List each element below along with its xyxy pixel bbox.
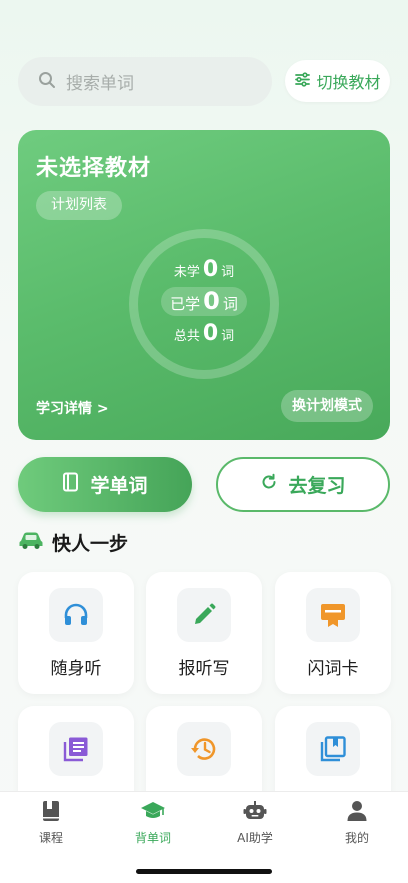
- home-indicator: [136, 869, 272, 874]
- library-icon: [49, 722, 103, 776]
- total-label: 总共: [173, 329, 200, 344]
- user-icon: [346, 800, 368, 825]
- robot-icon: [243, 800, 267, 825]
- history-icon: [177, 722, 231, 776]
- learned-label: 已学: [170, 295, 201, 313]
- textbook-title: 未选择教材: [36, 156, 152, 181]
- unlearned-count: 0: [202, 257, 219, 282]
- bookmark-book-icon: [306, 722, 360, 776]
- card-dictation[interactable]: 报听写: [146, 572, 262, 694]
- tab-label: 背单词: [134, 831, 171, 845]
- graduation-cap-icon: [140, 800, 166, 825]
- tab-ai-assistant[interactable]: AI助学: [204, 800, 306, 846]
- tab-label: 我的: [344, 831, 369, 845]
- search-icon: [38, 71, 56, 93]
- total-count: 0: [202, 321, 219, 346]
- car-icon: [18, 530, 44, 555]
- search-input[interactable]: 搜索单词: [18, 57, 272, 106]
- tab-course[interactable]: 课程: [0, 800, 102, 846]
- total-unit: 词: [221, 329, 235, 344]
- sliders-icon: [294, 71, 311, 92]
- card-label: 闪词卡: [307, 659, 359, 679]
- study-detail-link[interactable]: 学习详情 >: [36, 398, 109, 418]
- review-label: 去复习: [288, 475, 346, 497]
- tab-label: 课程: [38, 831, 63, 845]
- card-label: 报听写: [178, 659, 230, 679]
- learn-words-label: 学单词: [90, 475, 148, 497]
- pencil-icon: [177, 588, 231, 642]
- search-placeholder: 搜索单词: [66, 74, 134, 94]
- plan-list-button[interactable]: 计划列表: [36, 191, 122, 220]
- switch-textbook-button[interactable]: 切换教材: [285, 60, 390, 102]
- refresh-icon: [260, 473, 278, 496]
- learn-words-button[interactable]: 学单词: [18, 457, 192, 512]
- learned-count: 0: [203, 287, 220, 315]
- unlearned-unit: 词: [221, 265, 235, 280]
- learned-stat: 已学 0 词: [18, 287, 390, 316]
- flashcard-icon: [306, 588, 360, 642]
- study-plan-card: 未选择教材 计划列表 未学 0 词 已学 0 词 总共 0 词 学习详情 > 换…: [18, 130, 390, 440]
- review-button[interactable]: 去复习: [216, 457, 390, 512]
- learned-unit: 词: [222, 295, 238, 313]
- total-stat: 总共 0 词: [18, 321, 390, 346]
- switch-textbook-label: 切换教材: [316, 73, 381, 92]
- tab-vocabulary[interactable]: 背单词: [102, 800, 204, 846]
- course-book-icon: [40, 800, 62, 825]
- section-title: 快人一步: [52, 533, 129, 555]
- book-icon: [62, 472, 80, 497]
- card-label: 随身听: [50, 659, 102, 679]
- headphones-icon: [49, 588, 103, 642]
- unlearned-stat: 未学 0 词: [18, 257, 390, 282]
- change-plan-mode-button[interactable]: 换计划模式: [281, 390, 373, 422]
- unlearned-label: 未学: [173, 265, 200, 280]
- tab-label: AI助学: [237, 831, 273, 845]
- section-header: 快人一步: [18, 529, 128, 556]
- tab-me[interactable]: 我的: [306, 800, 408, 846]
- card-portable-listening[interactable]: 随身听: [18, 572, 134, 694]
- card-flashcard[interactable]: 闪词卡: [275, 572, 391, 694]
